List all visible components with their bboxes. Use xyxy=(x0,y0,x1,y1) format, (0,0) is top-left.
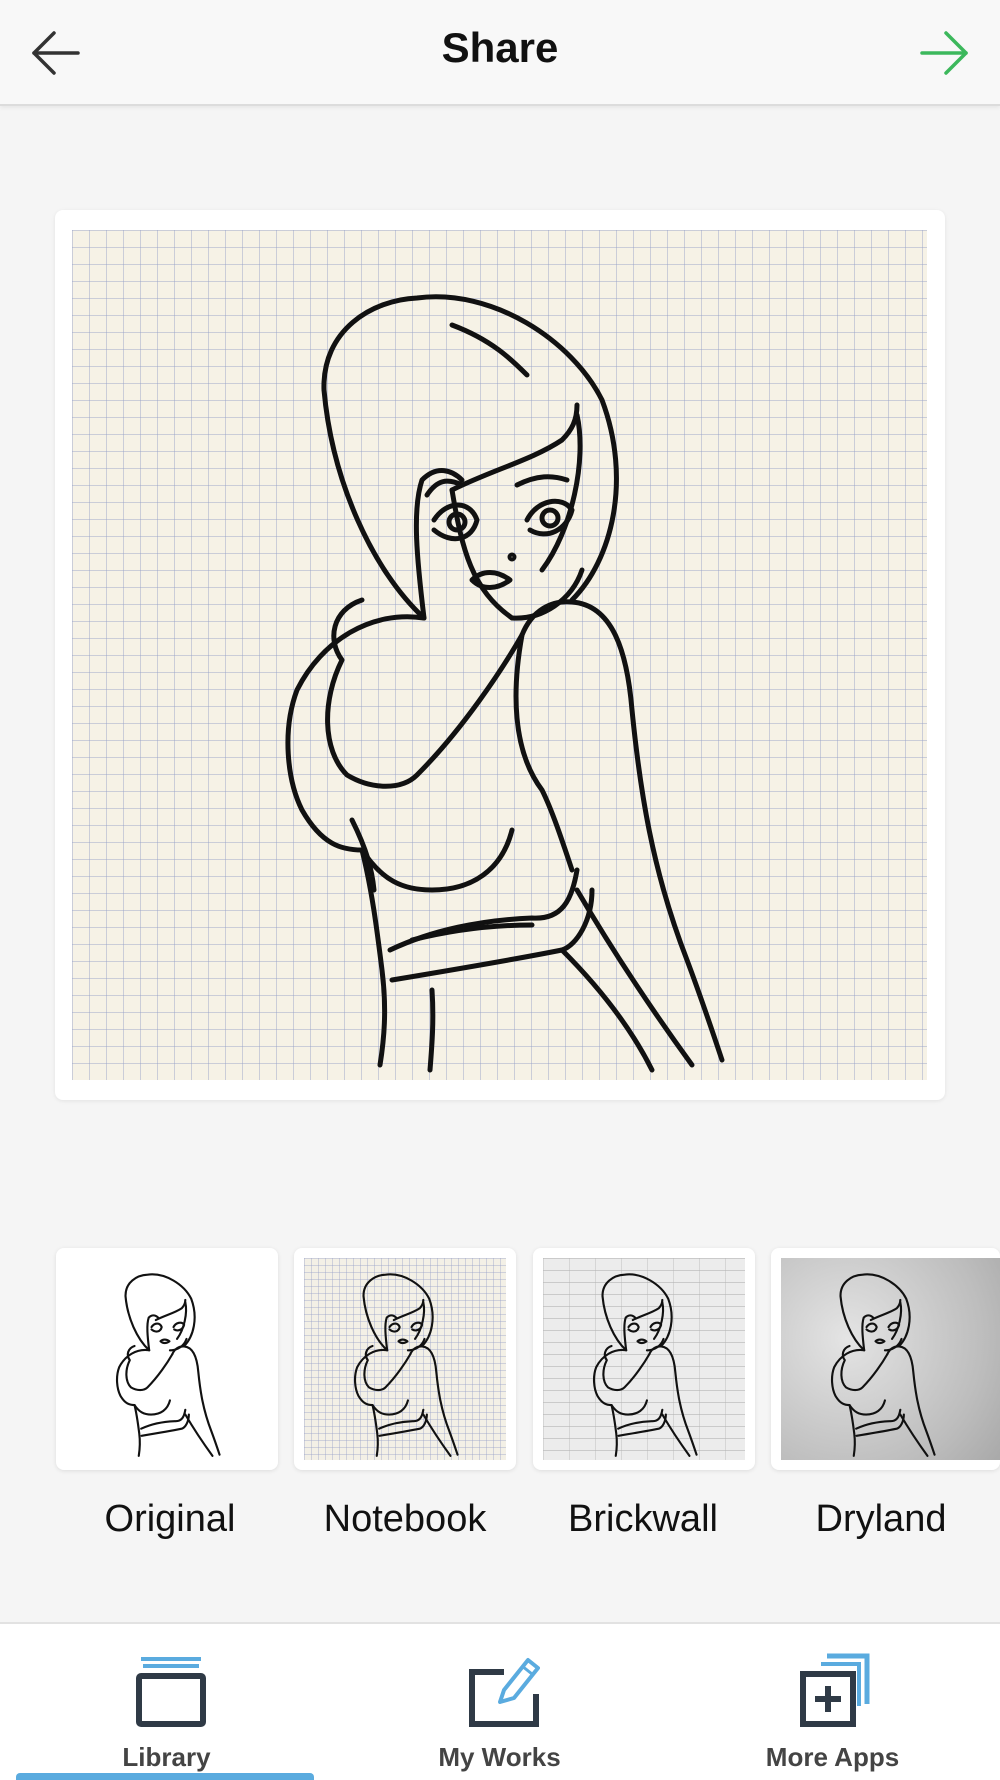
arrow-right-icon xyxy=(920,31,968,75)
preview-card xyxy=(55,210,945,1100)
add-apps-icon xyxy=(799,1653,869,1727)
tab-label-my-works: My Works xyxy=(438,1742,561,1772)
tab-my-works[interactable]: My Works xyxy=(333,1624,666,1780)
filter-label-brickwall: Brickwall xyxy=(568,1498,718,1540)
active-tab-indicator xyxy=(16,1773,314,1780)
tab-label-library: Library xyxy=(122,1742,211,1772)
filter-label-dryland: Dryland xyxy=(815,1498,947,1540)
filter-notebook[interactable] xyxy=(294,1248,516,1470)
filter-thumbnail xyxy=(66,1258,268,1460)
preview-image xyxy=(72,230,927,1080)
tab-library[interactable]: Library xyxy=(0,1624,333,1780)
next-button[interactable] xyxy=(916,28,972,78)
filter-dryland[interactable] xyxy=(771,1248,1000,1470)
line-drawing xyxy=(285,294,725,1073)
bottom-tab-bar: Library My Works More Apps xyxy=(0,1622,1000,1780)
filter-thumbnail xyxy=(543,1258,745,1460)
filter-original[interactable] xyxy=(56,1248,278,1470)
tab-more-apps[interactable]: More Apps xyxy=(666,1624,999,1780)
top-bar: Share xyxy=(0,0,1000,106)
filter-thumbnail xyxy=(304,1258,506,1460)
edit-icon xyxy=(468,1658,540,1727)
filter-brickwall[interactable] xyxy=(533,1248,755,1470)
library-icon xyxy=(135,1657,206,1727)
filter-label-notebook: Notebook xyxy=(323,1498,487,1540)
tab-label-more-apps: More Apps xyxy=(765,1742,900,1772)
filter-label-original: Original xyxy=(104,1498,236,1540)
page-title: Share xyxy=(441,24,559,71)
filter-strip: Original Notebook Brickwall Dryland xyxy=(0,1248,1000,1548)
filter-thumbnail xyxy=(781,1258,1000,1460)
